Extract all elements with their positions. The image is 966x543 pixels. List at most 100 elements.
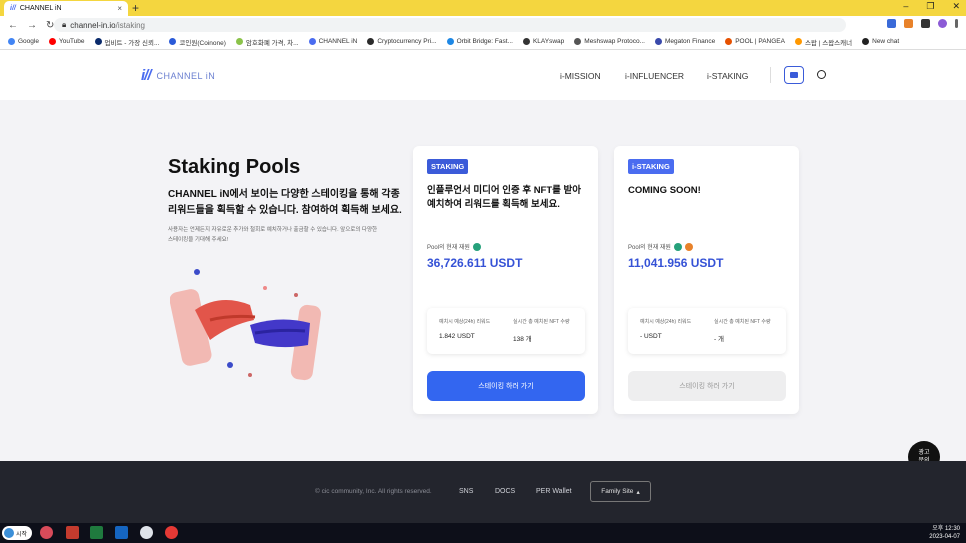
family-site-select[interactable]: Family Site ▴ (590, 481, 651, 502)
stat-nft-count: 실시간 총 예치된 NFT 수량 - 개 (714, 318, 771, 343)
bookmark-favicon-icon (48, 38, 56, 45)
bookmark-label: 코인원(Coinone) (179, 39, 226, 47)
bookmark-favicon-icon (522, 38, 530, 45)
start-button[interactable]: 시작 (2, 526, 32, 540)
go-staking-button[interactable]: 스테이킹 하러 가기 (427, 371, 585, 401)
bookmark-favicon-icon (725, 38, 733, 45)
footer-link-sns[interactable]: SNS (459, 488, 473, 495)
bookmark-favicon-icon (654, 38, 662, 45)
bookmark-label: 스왑 | 스왑스캐너 (804, 39, 853, 47)
bookmark-label: Orbit Bridge: Fast... (456, 38, 513, 45)
bookmark-item[interactable]: YouTube (48, 38, 85, 45)
profile-avatar[interactable] (938, 19, 947, 28)
stat-value: 138 개 (513, 336, 532, 343)
site-logo[interactable]: i// CHANNEL iN (141, 67, 215, 84)
tab-close-icon[interactable]: × (117, 4, 122, 13)
family-site-label: Family Site (601, 488, 634, 495)
bookmark-favicon-icon (169, 38, 177, 45)
staking-card: STAKING 인플루언서 미디어 인증 후 NFT를 받아 예치하여 리워드를… (413, 146, 598, 414)
usdt-token-icon (673, 242, 682, 251)
browser-tabbar: i// CHANNEL iN × + – ❐ ✕ (0, 0, 966, 16)
bookmark-item[interactable]: 암호화폐 가격, 차... (235, 37, 299, 47)
chrome-taskbar-icon[interactable] (40, 526, 53, 539)
new-tab-button[interactable]: + (132, 1, 139, 15)
extension-icon[interactable] (887, 19, 896, 28)
go-staking-button-disabled: 스테이킹 하러 가기 (628, 371, 786, 401)
bookmark-label: 업비트 - 가장 신뢰... (104, 39, 160, 47)
bookmark-item[interactable]: Cryptocurrency Pri... (367, 38, 437, 45)
header-divider (770, 67, 771, 83)
bookmark-item[interactable]: Meshswap Protoco... (574, 38, 645, 45)
bookmark-item[interactable]: Google (8, 38, 39, 45)
minimize-icon[interactable]: – (903, 1, 908, 12)
hands-illustration (170, 269, 322, 381)
bookmark-item[interactable]: Orbit Bridge: Fast... (446, 38, 513, 45)
powerpoint-taskbar-icon[interactable] (66, 526, 79, 539)
footer-link-docs[interactable]: DOCS (495, 488, 515, 495)
address-bar: ← → ↻ 🔒︎ channel-in.io/istaking (0, 16, 966, 34)
bookmark-favicon-icon (574, 38, 582, 45)
bookmark-item[interactable]: Megaton Finance (654, 38, 715, 45)
os-taskbar: 시작 오후 12:30 2023-04-07 (0, 523, 966, 543)
page-title: Staking Pools (168, 156, 301, 178)
browser-tab[interactable]: i// CHANNEL iN × (4, 1, 128, 16)
bookmark-favicon-icon (308, 38, 316, 45)
extension-icon[interactable] (921, 19, 930, 28)
excel-taskbar-icon[interactable] (90, 526, 103, 539)
footer-link-per-wallet[interactable]: PER Wallet (536, 488, 572, 495)
stat-label: 예치시 예상(24h) 리워드 (640, 319, 692, 325)
card-heading: 인플루언서 미디어 인증 후 NFT를 받아 예치하여 리워드를 획득해 보세요… (427, 185, 582, 210)
outlook-taskbar-icon[interactable] (115, 526, 128, 539)
bookmark-item[interactable]: KLAYswap (522, 38, 564, 45)
copyright: © cic community, Inc. All rights reserve… (315, 488, 432, 495)
bookmark-label: Cryptocurrency Pri... (377, 38, 437, 45)
url-field[interactable]: 🔒︎ channel-in.io/istaking (54, 18, 846, 32)
stat-value: - 개 (714, 336, 724, 343)
pool-label: Pool의 현재 재원 (427, 242, 481, 251)
bookmark-item[interactable]: POOL | PANGEA (725, 38, 785, 45)
bookmark-item[interactable]: 스왑 | 스왑스캐너 (794, 37, 853, 47)
extension-icon[interactable] (904, 19, 913, 28)
extensions (887, 19, 958, 28)
nav-i-influencer[interactable]: i-INFLUENCER (625, 71, 684, 81)
windows-logo-icon (4, 528, 14, 538)
bookmark-label: YouTube (58, 38, 85, 45)
page-note: 사용자는 언제든지 자유로운 추가와 철회로 예치하거나 출금할 수 있습니다.… (168, 227, 378, 243)
bookmark-favicon-icon (862, 38, 870, 45)
tab-favicon-icon: i// (10, 5, 16, 12)
record-taskbar-icon[interactable] (165, 526, 178, 539)
pool-amount: 11,041.956 USDT (628, 256, 724, 270)
bookmark-label: CHANNEL iN (318, 38, 358, 45)
bookmark-item[interactable]: CHANNEL iN (308, 38, 358, 45)
nav-i-staking[interactable]: i-STAKING (707, 71, 748, 81)
stat-reward: 예치시 예상(24h) 리워드 1.842 USDT (439, 318, 490, 340)
menu-icon[interactable] (955, 19, 958, 28)
bookmark-label: POOL | PANGEA (735, 38, 785, 45)
back-icon[interactable]: ← (8, 20, 18, 31)
token-icon (684, 242, 693, 251)
stat-value: 1.842 USDT (439, 333, 475, 340)
bookmark-favicon-icon (8, 38, 15, 45)
close-window-icon[interactable]: ✕ (952, 1, 960, 12)
card-badge: STAKING (427, 159, 469, 174)
site-footer: © cic community, Inc. All rights reserve… (0, 461, 966, 523)
nav-i-mission[interactable]: i-MISSION (560, 71, 601, 81)
lock-icon: 🔒︎ (62, 20, 67, 29)
stat-value: - USDT (640, 333, 662, 340)
forward-icon[interactable]: → (27, 20, 37, 31)
nav-buttons: ← → ↻ (0, 20, 60, 31)
logo-text: CHANNEL iN (156, 70, 216, 81)
site-header: i// CHANNEL iN i-MISSION i-INFLUENCER i-… (0, 50, 966, 100)
tab-title: CHANNEL iN (19, 5, 62, 12)
bookmark-item[interactable]: New chat (862, 38, 899, 45)
bookmark-item[interactable]: 코인원(Coinone) (169, 37, 226, 47)
bookmark-favicon-icon (94, 38, 102, 45)
globe-icon[interactable] (817, 70, 826, 79)
pool-label-text: Pool의 현재 재원 (628, 245, 671, 251)
chat-button[interactable] (784, 66, 804, 84)
maximize-icon[interactable]: ❐ (926, 1, 934, 12)
bookmark-item[interactable]: 업비트 - 가장 신뢰... (94, 37, 160, 47)
usdt-token-icon (472, 242, 481, 251)
window-controls: – ❐ ✕ (903, 1, 960, 12)
app-taskbar-icon[interactable] (140, 526, 153, 539)
